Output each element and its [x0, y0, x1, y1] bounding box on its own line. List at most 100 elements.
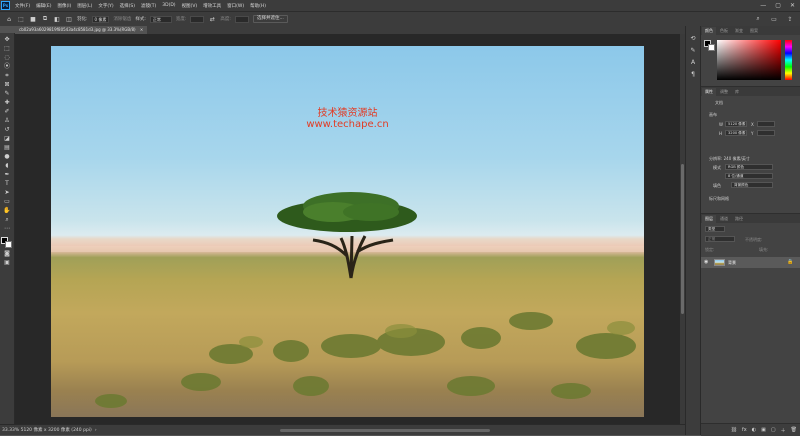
home-icon[interactable]: ⌂: [5, 15, 13, 23]
background-color-swatch[interactable]: [5, 241, 12, 248]
add-mask-icon[interactable]: ▣: [761, 427, 766, 433]
new-selection-icon[interactable]: ■: [29, 15, 37, 23]
quick-mask-icon[interactable]: ◙: [3, 250, 12, 258]
add-selection-icon[interactable]: ⧉: [41, 15, 49, 23]
screen-mode-icon[interactable]: ▣: [3, 259, 12, 267]
menu-window[interactable]: 窗口(W): [224, 3, 247, 9]
antialias-checkbox[interactable]: 消除锯齿: [113, 16, 131, 22]
menu-edit[interactable]: 编辑(E): [33, 3, 54, 9]
workspace-icon[interactable]: ▭: [770, 15, 778, 23]
frame-tool-icon[interactable]: ⊠: [3, 81, 12, 89]
menu-type[interactable]: 文字(Y): [95, 3, 116, 9]
canvas-y-field[interactable]: [757, 130, 775, 136]
hue-slider[interactable]: [785, 40, 792, 80]
menu-help[interactable]: 帮助(H): [247, 3, 269, 9]
menu-plugins[interactable]: 增效工具: [200, 3, 224, 9]
panel-color-swatches[interactable]: [704, 40, 716, 52]
blend-mode-select[interactable]: 正常: [705, 236, 735, 242]
menu-image[interactable]: 图像(I): [54, 3, 74, 9]
layer-row-background[interactable]: ◉ 背景 🔒: [701, 257, 800, 268]
fill-select[interactable]: 背景颜色: [731, 182, 773, 188]
link-layers-icon[interactable]: ⛓: [731, 427, 737, 433]
tab-swatches[interactable]: 色板: [717, 27, 731, 35]
tab-gradients[interactable]: 渐变: [732, 27, 746, 35]
color-spectrum[interactable]: [717, 40, 781, 80]
rulers-grid-section[interactable]: 标尺和网格: [709, 196, 729, 202]
swap-dimensions-icon[interactable]: ⇄: [208, 15, 216, 23]
zoom-tool-icon[interactable]: ⌕: [3, 216, 12, 224]
rectangle-tool-icon[interactable]: ▭: [3, 198, 12, 206]
minimize-button[interactable]: —: [760, 2, 766, 9]
tab-patterns[interactable]: 图案: [747, 27, 761, 35]
close-window-button[interactable]: ✕: [790, 2, 795, 9]
history-brush-tool-icon[interactable]: ↺: [3, 126, 12, 134]
marquee-tool-preset-icon[interactable]: ⬚: [17, 15, 25, 23]
lock-icon[interactable]: 🔒: [787, 259, 793, 265]
menu-select[interactable]: 选择(S): [117, 3, 138, 9]
clone-stamp-tool-icon[interactable]: ♙: [3, 117, 12, 125]
color-swatches[interactable]: [1, 237, 13, 249]
hand-tool-icon[interactable]: ✋: [3, 207, 12, 215]
document-tab[interactable]: cb02a93a6029819f80543a4c8581d3.jpg @ 33.…: [15, 26, 148, 34]
brush-settings-icon[interactable]: ✎: [689, 46, 697, 54]
healing-brush-tool-icon[interactable]: ✚: [3, 99, 12, 107]
subtract-selection-icon[interactable]: ◧: [53, 15, 61, 23]
menu-filter[interactable]: 滤镜(T): [138, 3, 159, 9]
dodge-tool-icon[interactable]: ◖: [3, 162, 12, 170]
adjustment-layer-icon[interactable]: ◐: [752, 427, 756, 433]
search-icon[interactable]: ⌕: [754, 15, 762, 23]
tab-paths[interactable]: 路径: [732, 215, 746, 223]
paragraph-panel-icon[interactable]: ¶: [689, 70, 697, 78]
tab-libraries[interactable]: 库: [732, 88, 742, 96]
history-panel-icon[interactable]: ⟲: [689, 34, 697, 42]
move-tool-icon[interactable]: ✥: [3, 36, 12, 44]
canvas-section-label[interactable]: 画布: [709, 112, 717, 118]
lasso-tool-icon[interactable]: ◌: [3, 54, 12, 62]
mode-select[interactable]: RGB 颜色: [725, 164, 773, 170]
height-input[interactable]: [234, 15, 249, 23]
menu-3d[interactable]: 3D(D): [159, 3, 178, 8]
feather-input[interactable]: 0 像素: [91, 15, 110, 23]
eraser-tool-icon[interactable]: ◪: [3, 135, 12, 143]
status-menu-arrow[interactable]: ›: [95, 428, 97, 433]
share-icon[interactable]: ⇪: [786, 15, 794, 23]
crop-tool-icon[interactable]: ⌗: [3, 72, 12, 80]
layer-filter-select[interactable]: 类型: [705, 226, 725, 232]
new-layer-icon[interactable]: ＋: [781, 427, 786, 434]
select-and-mask-button[interactable]: 选择并遮住...: [252, 15, 288, 23]
horizontal-scroll-thumb[interactable]: [280, 429, 490, 432]
menu-view[interactable]: 视图(V): [179, 3, 201, 9]
bit-depth-select[interactable]: 8 位/通道: [725, 173, 773, 179]
intersect-selection-icon[interactable]: ◫: [65, 15, 73, 23]
menu-file[interactable]: 文件(F): [12, 3, 33, 9]
style-select[interactable]: 正常: [149, 15, 172, 23]
path-select-tool-icon[interactable]: ➤: [3, 189, 12, 197]
layer-style-icon[interactable]: fx: [742, 427, 747, 433]
rect-marquee-tool-icon[interactable]: ⬚: [3, 45, 12, 53]
brush-tool-icon[interactable]: ✐: [3, 108, 12, 116]
new-group-icon[interactable]: ▢: [771, 427, 776, 433]
pen-tool-icon[interactable]: ✒: [3, 171, 12, 179]
canvas-height-field[interactable]: 3200 像素: [725, 130, 747, 136]
tab-properties[interactable]: 属性: [702, 88, 716, 96]
maximize-button[interactable]: ▢: [775, 2, 781, 9]
tab-color[interactable]: 颜色: [702, 27, 716, 35]
canvas-width-field[interactable]: 5120 像素: [725, 121, 747, 127]
menu-layer[interactable]: 图层(L): [74, 3, 95, 9]
character-panel-icon[interactable]: A: [689, 58, 697, 66]
delete-layer-icon[interactable]: 🗑: [791, 427, 797, 433]
close-tab-icon[interactable]: ×: [140, 27, 143, 32]
tab-layers[interactable]: 图层: [702, 215, 716, 223]
document-image[interactable]: 技术猿资源站 www.techape.cn: [51, 46, 644, 417]
photoshop-logo[interactable]: Ps: [1, 1, 10, 10]
tab-channels[interactable]: 通道: [717, 215, 731, 223]
tab-adjustments[interactable]: 调整: [717, 88, 731, 96]
type-tool-icon[interactable]: T: [3, 180, 12, 188]
width-input[interactable]: [190, 15, 205, 23]
vertical-scroll-thumb[interactable]: [681, 164, 684, 314]
blur-tool-icon[interactable]: ●: [3, 153, 12, 161]
eye-icon[interactable]: ◉: [704, 259, 708, 265]
panel-background-swatch[interactable]: [708, 44, 715, 51]
quick-select-tool-icon[interactable]: ⦿: [3, 63, 12, 71]
gradient-tool-icon[interactable]: ▤: [3, 144, 12, 152]
